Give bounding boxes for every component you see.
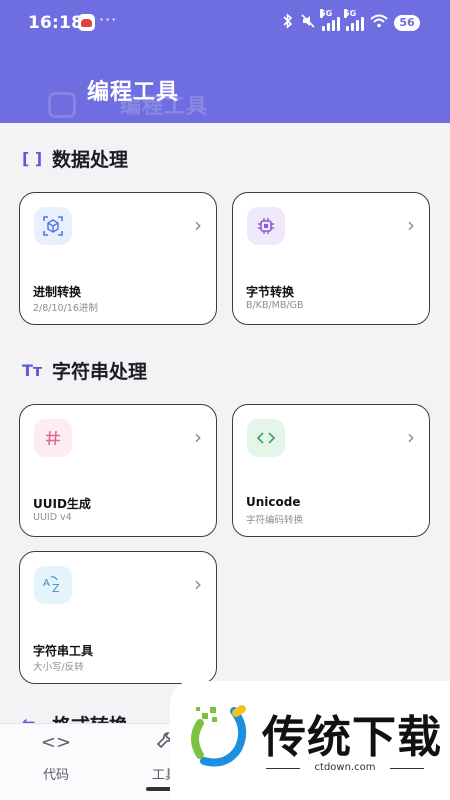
tool-name: Unicode	[246, 495, 301, 509]
section-title: 数据处理	[52, 149, 129, 171]
app-header: 16:18 ··· 5G 5G 56 编程工具 编程工具	[0, 0, 450, 123]
more-notifications-icon: ···	[99, 10, 118, 29]
network-type-label: 5G	[320, 9, 333, 18]
tool-name: 字节转换	[246, 285, 295, 299]
ghost-toolbox-icon	[48, 92, 76, 118]
watermark-brand: 传统下载	[262, 712, 442, 763]
chevron-right-icon: ›	[407, 213, 415, 237]
tool-card-uuid[interactable]: › UUID生成 UUID v4	[19, 404, 217, 537]
tool-name: 进制转换	[33, 285, 82, 299]
watermark-url: ctdown.com	[266, 762, 424, 773]
cube-scan-icon	[34, 207, 72, 245]
page-title: 编程工具	[87, 80, 180, 105]
svg-text:A: A	[43, 578, 50, 589]
tool-description: UUID v4	[33, 512, 72, 523]
tool-description: 2/8/10/16进制	[33, 303, 98, 314]
signal-strength-2-icon: 5G	[344, 9, 364, 31]
svg-text:Z: Z	[52, 582, 60, 595]
section-title: 字符串处理	[52, 361, 148, 383]
tool-card-base-conversion[interactable]: › 进制转换 2/8/10/16进制	[19, 192, 217, 325]
text-size-icon: Tт	[22, 361, 43, 380]
wifi-icon	[370, 14, 388, 32]
tool-card-unicode[interactable]: › Unicode 字符编码转换	[232, 404, 430, 537]
chevron-right-icon: ›	[194, 213, 202, 237]
network-type-label: 5G	[344, 9, 357, 18]
status-icons: 5G 5G 56	[282, 9, 420, 33]
tool-list[interactable]: [ ] 数据处理 › 进制转换 2/8/10/16进制 › 字节转换 B/KB/…	[0, 123, 450, 737]
notification-app-icon	[78, 14, 95, 31]
signal-strength-1-icon: 5G	[320, 9, 340, 31]
brackets-icon: [ ]	[22, 149, 43, 168]
nav-label: 代码	[42, 768, 69, 783]
nav-tab-code[interactable]: <> 代码	[16, 730, 96, 783]
section-data-processing: [ ] 数据处理	[22, 145, 128, 172]
section-string-processing: Tт 字符串处理	[22, 357, 147, 384]
tool-name: 字符串工具	[33, 644, 94, 658]
chevron-right-icon: ›	[194, 572, 202, 596]
code-icon: <>	[40, 732, 72, 753]
bluetooth-icon	[282, 13, 294, 33]
chevron-right-icon: ›	[194, 425, 202, 449]
sort-az-icon: A Z	[34, 566, 72, 604]
tool-name: UUID生成	[33, 497, 91, 511]
watermark-logo-icon	[182, 699, 254, 771]
tool-card-string-tools[interactable]: A Z › 字符串工具 大小写/反转	[19, 551, 217, 684]
chip-icon	[247, 207, 285, 245]
battery-indicator: 56	[394, 15, 420, 31]
hash-icon	[34, 419, 72, 457]
tool-description: 大小写/反转	[33, 662, 84, 673]
mute-icon	[300, 13, 316, 33]
chevron-right-icon: ›	[407, 425, 415, 449]
tool-description: 字符编码转换	[246, 515, 304, 526]
tool-card-byte-conversion[interactable]: › 字节转换 B/KB/MB/GB	[232, 192, 430, 325]
status-time: 16:18	[28, 13, 84, 33]
watermark-overlay: 传统下载 ctdown.com	[170, 681, 450, 800]
code-brackets-icon	[247, 419, 285, 457]
tool-description: B/KB/MB/GB	[246, 300, 304, 311]
status-bar: 16:18 ··· 5G 5G 56	[0, 0, 450, 48]
